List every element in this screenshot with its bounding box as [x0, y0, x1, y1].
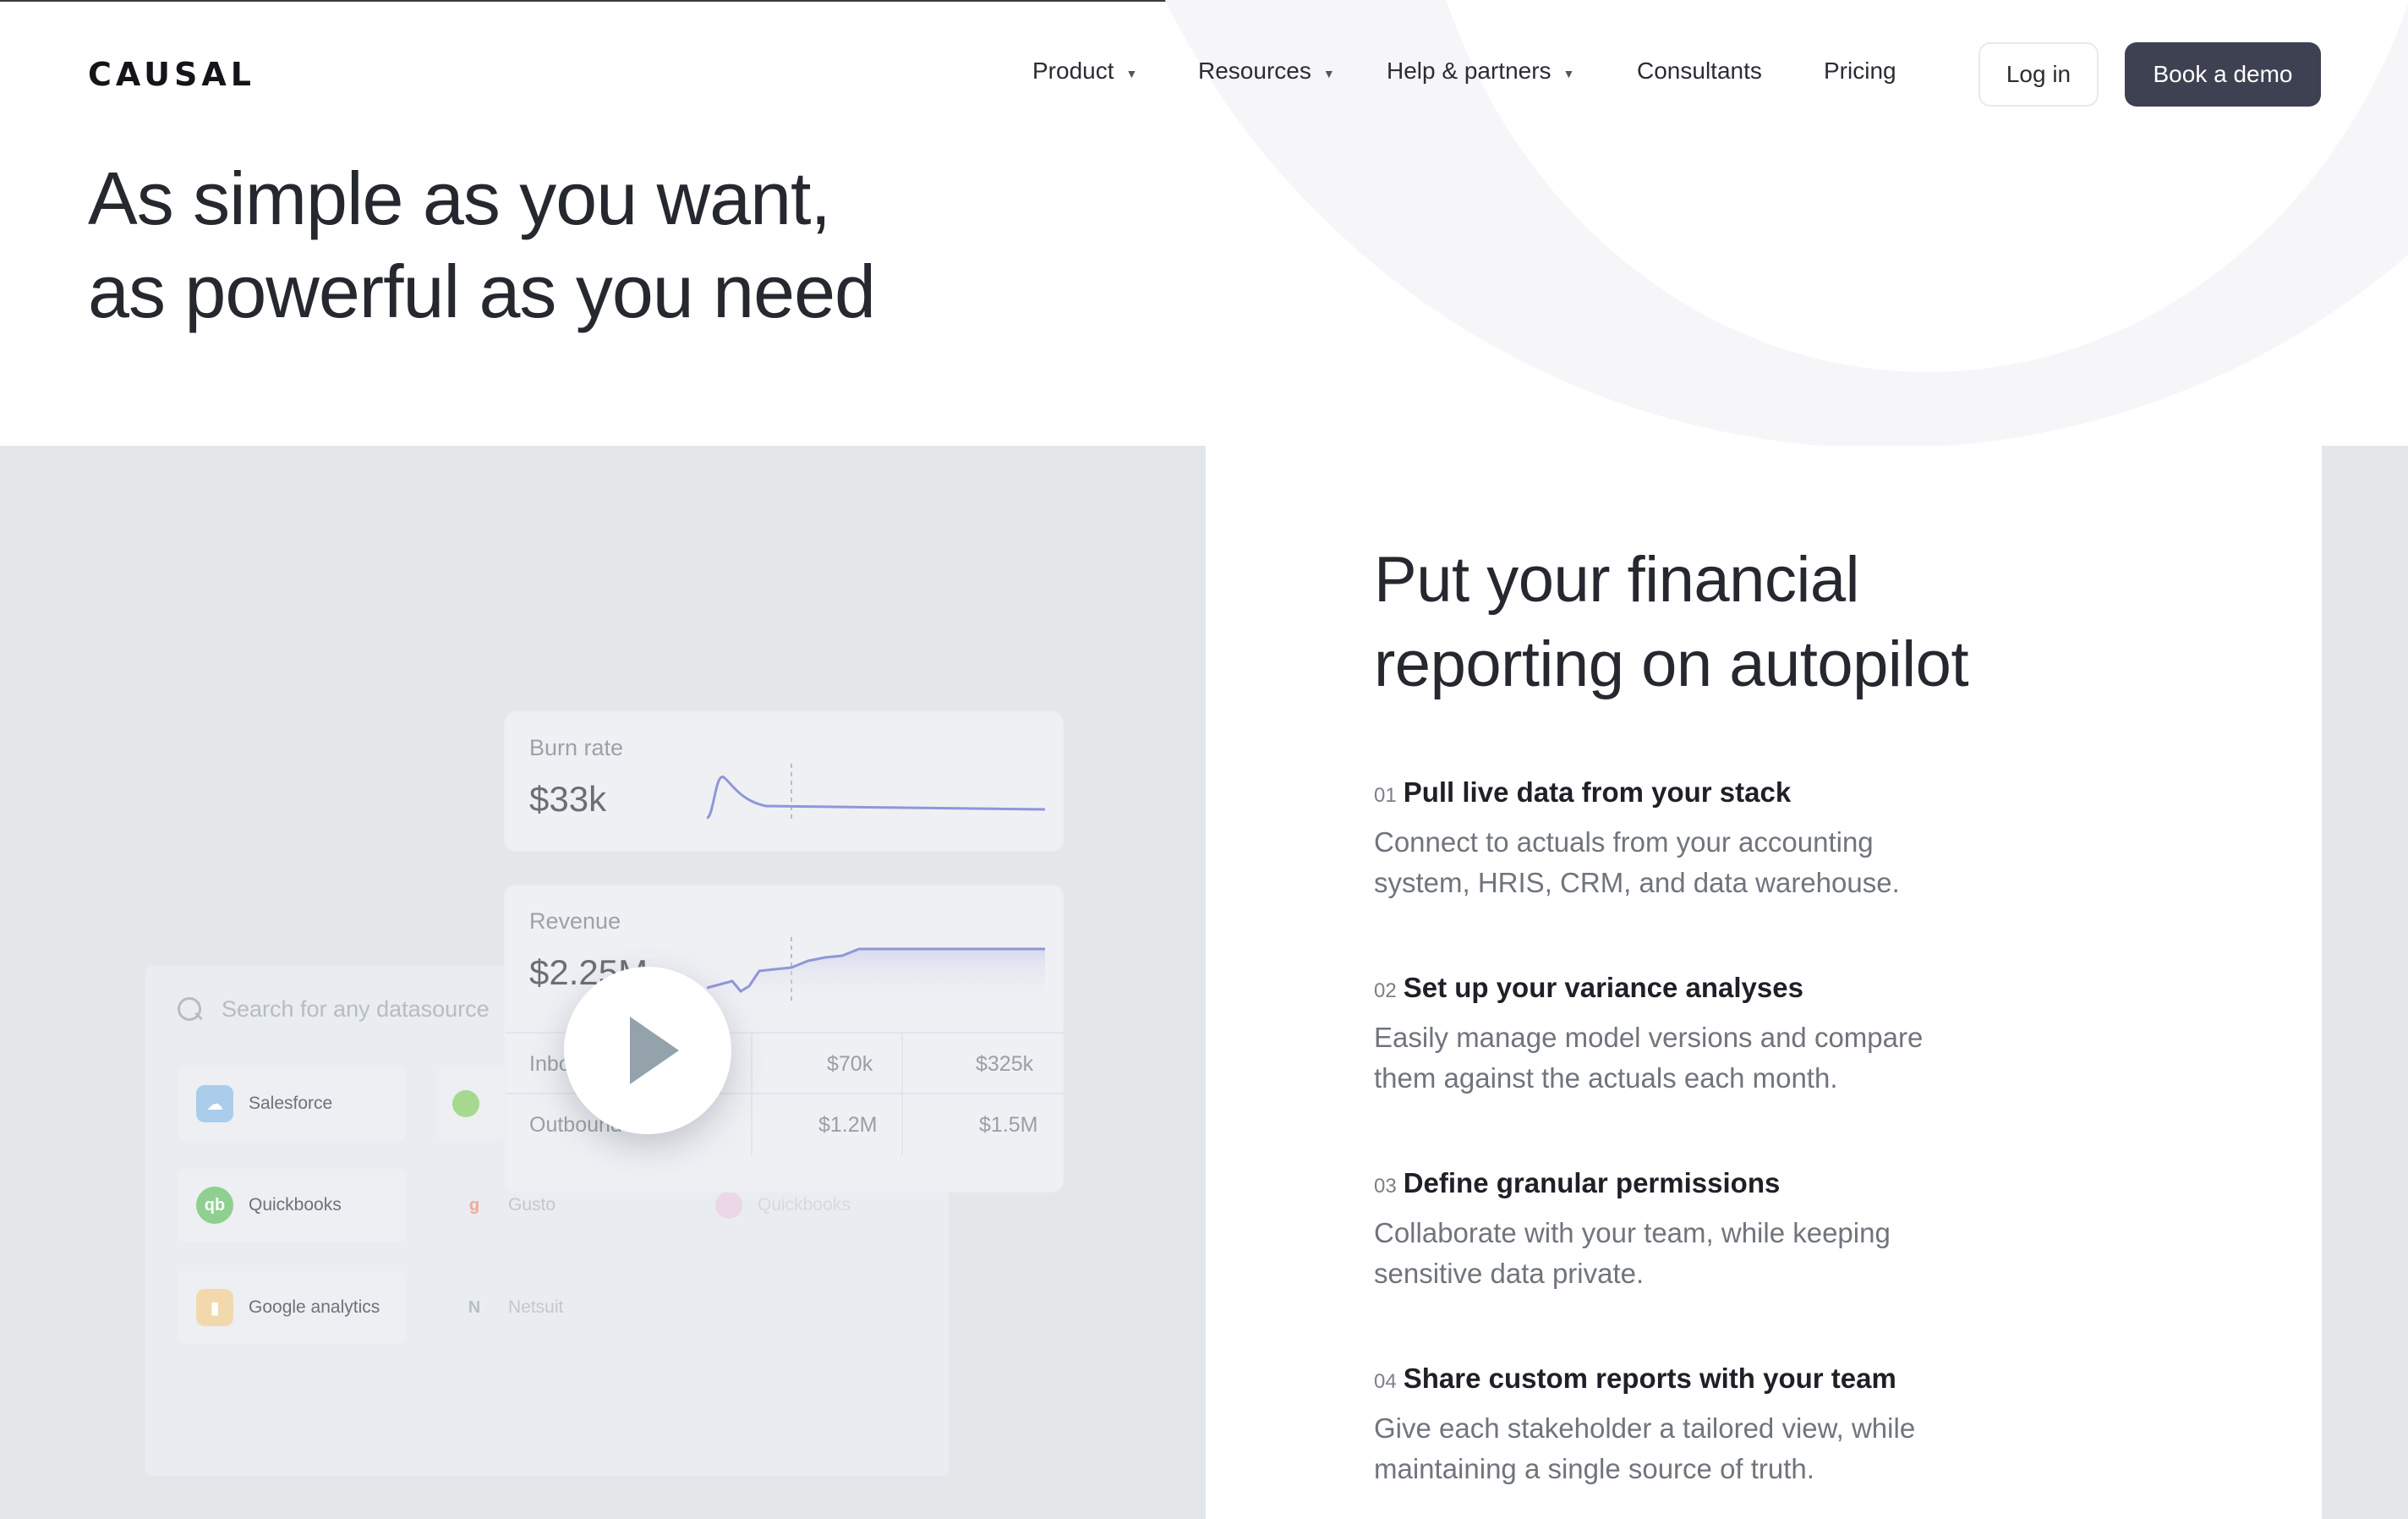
salesforce-icon: ☁ [196, 1085, 233, 1122]
burn-rate-label: Burn rate [529, 735, 624, 760]
nav-product[interactable]: Product ▼ [1032, 58, 1137, 85]
nav-product-label: Product [1032, 58, 1114, 84]
burn-rate-sparkline [707, 764, 1045, 823]
nav-help-partners[interactable]: Help & partners ▼ [1387, 58, 1574, 85]
burn-rate-value: $33k [529, 779, 607, 819]
nav-help-partners-label: Help & partners [1387, 58, 1552, 84]
feature-number: 02 [1374, 979, 1397, 1002]
quickbooks-icon: qb [196, 1187, 233, 1224]
datasource-label: Netsuit [508, 1297, 564, 1317]
nav-consultants[interactable]: Consultants [1637, 58, 1762, 85]
feature-title: Pull live data from your stack [1403, 776, 1792, 808]
feature-description-line: Give each stakeholder a tailored view, w… [1374, 1412, 1916, 1444]
top-navigation: CAUSAL Product ▼ Resources ▼ Help & part… [0, 0, 2408, 149]
feature-description-line: maintaining a single source of truth. [1374, 1453, 1814, 1484]
feature-description-line: sensitive data private. [1374, 1258, 1645, 1289]
row-value-b: $1.5M [979, 1113, 1038, 1137]
datasource-label: Quickbooks [758, 1195, 851, 1215]
feature-description: Easily manage model versions and compare… [1374, 1017, 2135, 1099]
feature-description-line: Collaborate with your team, while keepin… [1374, 1217, 1891, 1248]
quickbooks-icon [715, 1192, 742, 1219]
burn-rate-line [707, 776, 1045, 820]
feature-description-line: Easily manage model versions and compare [1374, 1022, 1924, 1053]
chevron-down-icon: ▼ [1562, 67, 1575, 80]
datasource-label: Gusto [508, 1195, 556, 1215]
nav-resources[interactable]: Resources ▼ [1198, 58, 1335, 85]
feature-description-line: Connect to actuals from your accounting [1374, 826, 1874, 858]
feature-description-line: them against the actuals each month. [1374, 1062, 1838, 1094]
gusto-icon: g [468, 1195, 480, 1215]
side-strip [2322, 446, 2408, 1519]
feature-item: 03 Define granular permissions Collabora… [1374, 1167, 2135, 1294]
datasource-netsuit: N Netsuit [437, 1271, 665, 1344]
section-title: Put your financial reporting on autopilo… [1374, 538, 1969, 707]
section-title-line-1: Put your financial [1374, 544, 1860, 616]
feature-title: Define granular permissions [1403, 1167, 1781, 1198]
feature-item: 01 Pull live data from your stack Connec… [1374, 776, 2135, 903]
section-title-line-2: reporting on autopilot [1374, 628, 1969, 700]
datasource-search: Search for any datasource [178, 996, 490, 1023]
nav-resources-label: Resources [1198, 58, 1311, 84]
datasource-icon [452, 1090, 479, 1117]
chevron-down-icon: ▼ [1322, 67, 1335, 80]
datasource-label: Salesforce [249, 1094, 333, 1113]
hero-title-line-2: as powerful as you need [88, 250, 876, 333]
netsuite-icon: N [468, 1297, 481, 1317]
feature-description: Give each stakeholder a tailored view, w… [1374, 1408, 2135, 1489]
row-value-a: $70k [827, 1052, 873, 1076]
hero-title: As simple as you want, as powerful as yo… [88, 152, 876, 338]
row-value-a: $1.2M [818, 1113, 878, 1137]
feature-title: Set up your variance analyses [1403, 972, 1803, 1003]
play-video-button[interactable] [564, 967, 731, 1134]
datasource-partial [437, 1067, 505, 1140]
datasource-google-analytics: ▮ Google analytics [178, 1271, 406, 1344]
chevron-down-icon: ▼ [1125, 67, 1138, 80]
datasource-label: Google analytics [249, 1297, 380, 1317]
feature-item: 04 Share custom reports with your team G… [1374, 1363, 2135, 1489]
feature-description: Connect to actuals from your accounting … [1374, 822, 2135, 903]
feature-description-line: system, HRIS, CRM, and data warehouse. [1374, 867, 1900, 898]
play-icon [630, 1017, 679, 1084]
datasource-salesforce: ☁ Salesforce [178, 1067, 406, 1140]
feature-heading: 03 Define granular permissions [1374, 1167, 2135, 1199]
datasource-search-placeholder: Search for any datasource [222, 996, 490, 1022]
feature-item: 02 Set up your variance analyses Easily … [1374, 972, 2135, 1099]
revenue-label: Revenue [529, 908, 621, 934]
feature-description: Collaborate with your team, while keepin… [1374, 1213, 2135, 1294]
feature-number: 01 [1374, 784, 1397, 807]
feature-heading: 01 Pull live data from your stack [1374, 776, 2135, 809]
login-button[interactable]: Log in [1978, 42, 2099, 107]
revenue-sparkline [707, 937, 1045, 1005]
book-demo-button[interactable]: Book a demo [2125, 42, 2321, 107]
nav-pricing[interactable]: Pricing [1824, 58, 1896, 85]
search-icon [178, 996, 203, 1023]
datasource-label: Quickbooks [249, 1195, 342, 1215]
revenue-area [707, 949, 1045, 1005]
nav-pricing-label: Pricing [1824, 58, 1896, 84]
hero-title-line-1: As simple as you want, [88, 156, 831, 240]
datasource-quickbooks: qb Quickbooks [178, 1169, 406, 1242]
feature-heading: 02 Set up your variance analyses [1374, 972, 2135, 1004]
causal-logo[interactable]: CAUSAL [88, 56, 255, 93]
feature-heading: 04 Share custom reports with your team [1374, 1363, 2135, 1395]
google-analytics-icon: ▮ [196, 1289, 233, 1326]
burn-rate-card: Burn rate $33k [504, 711, 1064, 852]
nav-consultants-label: Consultants [1637, 58, 1762, 84]
feature-number: 04 [1374, 1370, 1397, 1393]
feature-title: Share custom reports with your team [1403, 1363, 1896, 1394]
feature-number: 03 [1374, 1175, 1397, 1198]
row-value-b: $325k [976, 1052, 1034, 1076]
